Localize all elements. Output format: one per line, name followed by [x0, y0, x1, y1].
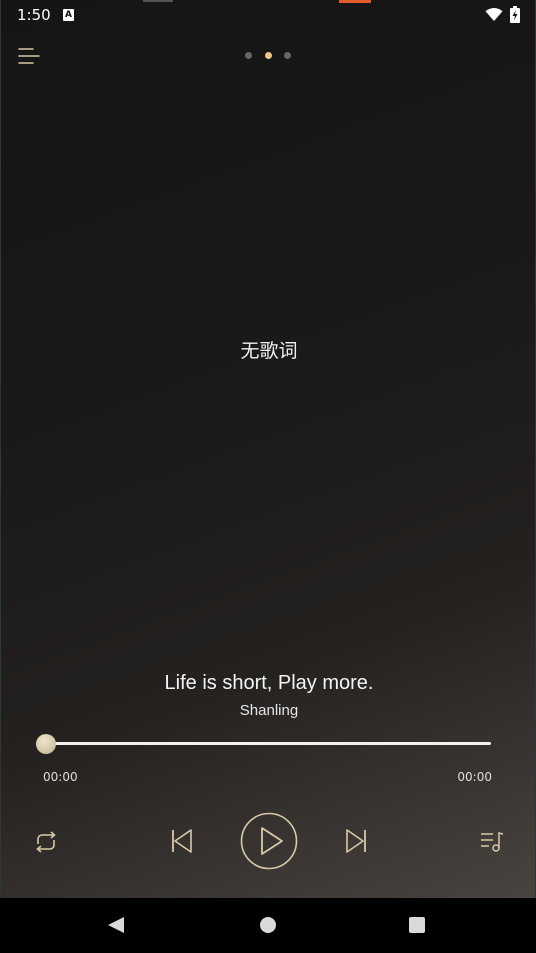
play-button[interactable] — [240, 812, 298, 870]
page-dot-3[interactable] — [284, 52, 291, 59]
status-indicator-gray — [143, 0, 173, 2]
skip-next-icon[interactable] — [343, 826, 369, 856]
total-time: 00:00 — [457, 770, 492, 784]
play-icon — [261, 827, 283, 855]
track-title: Life is short, Play more. — [164, 672, 374, 694]
notification-a-icon: A — [63, 9, 74, 21]
skip-previous-icon[interactable] — [169, 826, 195, 856]
seek-bar[interactable] — [45, 742, 491, 745]
battery-charging-icon — [510, 6, 520, 23]
status-indicator-orange — [339, 0, 371, 3]
recents-icon[interactable] — [409, 917, 425, 933]
page-dot-2-active[interactable] — [265, 52, 272, 59]
home-icon[interactable] — [260, 917, 276, 933]
elapsed-time: 00:00 — [43, 770, 78, 784]
status-bar: 1:50 A — [1, 0, 535, 30]
wifi-icon — [485, 8, 503, 21]
playlist-icon[interactable] — [479, 830, 505, 854]
repeat-icon[interactable] — [33, 829, 59, 855]
track-artist: Shanling — [239, 702, 299, 719]
back-icon[interactable] — [107, 916, 125, 934]
status-time: 1:50 — [17, 6, 51, 24]
page-indicator[interactable] — [245, 52, 293, 60]
seek-bar-thumb[interactable] — [36, 734, 56, 754]
no-lyrics-text: 无歌词 — [240, 340, 298, 362]
page-dot-1[interactable] — [245, 52, 252, 59]
player-screen: 1:50 A 无歌词 Life is short, Play more. Sha… — [0, 0, 536, 898]
menu-icon[interactable] — [17, 46, 41, 66]
